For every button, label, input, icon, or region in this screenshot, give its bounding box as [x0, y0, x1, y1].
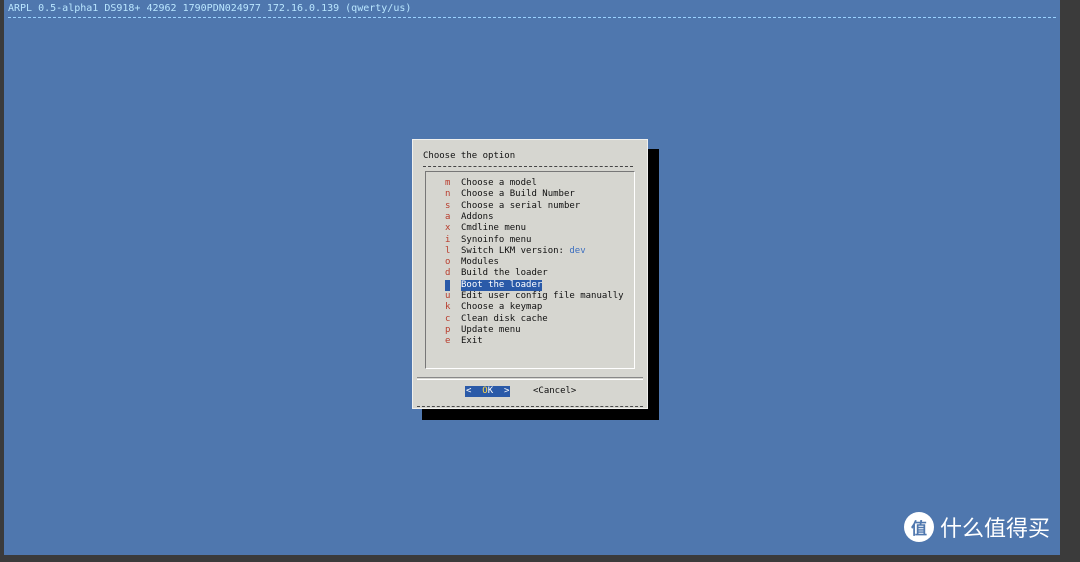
menu-item-k[interactable]: k Choose a keymap: [426, 302, 634, 313]
menu-item-label: Modules: [461, 257, 499, 268]
menu-item-key: m: [445, 178, 451, 188]
menu-item-label: Choose a model: [461, 178, 537, 189]
menu-item-label: Cmdline menu: [461, 223, 526, 234]
status-line: ARPL 0.5-alpha1 DS918+ 42962 1790PDN0249…: [8, 3, 412, 14]
menu-item-label: Choose a Build Number: [461, 189, 575, 200]
menu-item-key: i: [445, 234, 451, 245]
menu-item-o[interactable]: o Modules: [426, 257, 634, 268]
menu-item-key: x: [445, 223, 451, 234]
status-divider: [8, 17, 1056, 18]
menu-item-label-text: Choose a keymap: [461, 302, 543, 313]
menu-item-label-text: Choose a serial number: [461, 200, 581, 211]
menu-item-key: a: [445, 211, 451, 222]
menu-item-label-text: Choose a model: [461, 178, 537, 188]
ok-button[interactable]: < OK >: [465, 386, 511, 397]
menu-item-key: b: [445, 279, 451, 291]
menu-item-label: Edit user config file manually: [461, 291, 624, 302]
dialog-prompt: Choose the option: [423, 151, 516, 161]
menu-item-key: d: [445, 268, 451, 279]
ok-button-left: <: [466, 386, 483, 396]
dialog-bottom-border: [417, 406, 643, 407]
menu-item-i[interactable]: i Synoinfo menu: [426, 235, 634, 246]
menu-item-b[interactable]: b Boot the loader: [426, 279, 634, 291]
menu-item-key: e: [445, 336, 451, 347]
menu-item-label-text: Cmdline menu: [461, 223, 527, 234]
menu-item-value: dev: [569, 245, 586, 256]
menu-item-label-text: Clean disk cache: [461, 313, 548, 324]
menu-item-key: u: [445, 291, 451, 301]
menu-item-label: Build the loader: [461, 268, 548, 279]
cancel-button[interactable]: <Cancel>: [533, 386, 576, 397]
menu-item-u[interactable]: u Edit user config file manually: [426, 291, 634, 302]
menu-item-label: Switch LKM version: dev: [461, 246, 586, 257]
menu-item-label-text: Exit: [461, 336, 483, 347]
ok-button-right: K >: [487, 386, 510, 396]
menu-item-s[interactable]: s Choose a serial number: [426, 201, 634, 212]
menu-item-label: Choose a serial number: [461, 201, 580, 212]
prompt-divider: [423, 166, 633, 167]
menu-item-label-text: Build the loader: [461, 268, 548, 279]
menu-item-a[interactable]: a Addons: [426, 212, 634, 223]
terminal-screen: ARPL 0.5-alpha1 DS918+ 42962 1790PDN0249…: [4, 0, 1060, 555]
menu-item-label: Exit: [461, 336, 483, 347]
menu-item-key: n: [445, 189, 451, 200]
menu-item-p[interactable]: p Update menu: [426, 325, 634, 336]
menu-item-key: p: [445, 324, 451, 335]
menu-item-label-text: Synoinfo menu: [461, 234, 532, 245]
menu-item-n[interactable]: n Choose a Build Number: [426, 189, 634, 200]
watermark-text: 什么值得买: [939, 517, 1050, 542]
menu-item-key: s: [445, 200, 451, 211]
menu-item-key: c: [445, 313, 451, 324]
watermark-logo-icon: 值: [903, 512, 934, 542]
menu-item-x[interactable]: x Cmdline menu: [426, 223, 634, 234]
menu-item-key: o: [445, 257, 451, 268]
menu-item-label: Addons: [461, 212, 494, 223]
menu-item-label: Clean disk cache: [461, 314, 548, 325]
menu-item-d[interactable]: d Build the loader: [426, 268, 634, 279]
menu-item-key: l: [445, 245, 451, 256]
menu-item-l[interactable]: l Switch LKM version: dev: [426, 246, 634, 257]
menu-item-label: Choose a keymap: [461, 302, 542, 313]
menu-list: m Choose a model n Choose a Build Number s Ch…: [425, 171, 635, 369]
menu-item-m[interactable]: m Choose a model: [426, 178, 634, 189]
menu-item-label-text: Boot the loader: [461, 279, 543, 290]
menu-item-e[interactable]: e Exit: [426, 336, 634, 347]
menu-item-label: Update menu: [461, 325, 521, 336]
menu-item-label-text: Modules: [461, 257, 499, 268]
button-divider-highlight: [417, 379, 643, 380]
menu-item-label-text: Switch LKM version:: [461, 245, 570, 256]
menu-item-label: Synoinfo menu: [461, 235, 531, 246]
menu-item-key: k: [445, 302, 451, 313]
menu-item-label: Boot the loader: [461, 279, 543, 291]
menu-item-c[interactable]: c Clean disk cache: [426, 314, 634, 325]
menu-item-label-text: Addons: [461, 211, 494, 222]
menu-item-label-text: Edit user config file manually: [461, 291, 624, 301]
button-divider: [417, 377, 643, 378]
menu-item-label-text: Choose a Build Number: [461, 189, 575, 200]
menu-item-label-text: Update menu: [461, 324, 521, 335]
watermark: 值 什么值得买: [903, 511, 1050, 543]
menu-dialog: Choose the option m Choose a model n Choose…: [412, 139, 648, 409]
